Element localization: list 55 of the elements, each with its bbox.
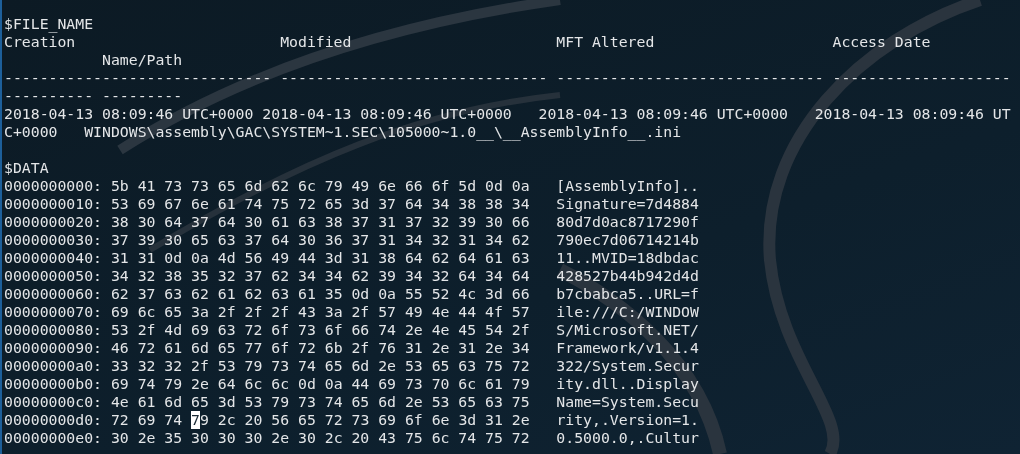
hex-offset: 00000000e0: — [4, 429, 102, 447]
ascii-text: ile:///C:/WINDOW — [556, 303, 699, 321]
hex-offset: 0000000080: — [4, 321, 102, 339]
record-line: 2018-04-13 08:09:46 UTC+0000 2018-04-13 08:09:46 UTC+0000 2018-04-13 08:09:46 UTC+0000 2018-04-13 08:09:46 UT — [4, 105, 1011, 123]
hex-offset: 00000000a0: — [4, 357, 102, 375]
hex-bytes: 33 32 32 2f 53 79 73 74 65 6d 2e 53 65 63 75 72 — [110, 357, 530, 375]
section-title: $FILE_NAME — [4, 15, 94, 33]
header-rule: ------------------------------ ------------------------------ ------------------------------ -------------------- — [4, 69, 1011, 87]
hex-bytes: 37 39 30 65 63 37 64 30 36 37 31 34 32 31 34 62 — [110, 231, 530, 249]
hex-bytes: 72 69 74 — [110, 411, 184, 429]
hex-bytes: 9 2c 20 56 65 72 73 69 6f 6e 3d 31 2e — [200, 411, 530, 429]
ascii-text: [AssemblyInfo].. — [556, 177, 699, 195]
hex-offset: 0000000010: — [4, 195, 102, 213]
hex-offset: 0000000040: — [4, 249, 102, 267]
ascii-text: 428527b44b942d4d — [556, 267, 699, 285]
hex-bytes: 38 30 64 37 64 30 61 63 38 37 31 37 32 39 30 66 — [110, 213, 530, 231]
ascii-text: ity.dll..Display — [556, 375, 699, 393]
ascii-text: b7cbabca5..URL=f — [556, 285, 699, 303]
section-title: $DATA — [4, 159, 49, 177]
hex-bytes: 5b 41 73 73 65 6d 62 6c 79 49 6e 66 6f 5d 0d 0a — [110, 177, 530, 195]
hex-bytes: 53 69 67 6e 61 74 75 72 65 3d 37 64 34 38 38 34 — [110, 195, 530, 213]
column-headers: Creation Modified MFT Altered Access Date — [4, 33, 931, 51]
ascii-text: 80d7d0ac8717290f — [556, 213, 699, 231]
hex-bytes: 69 74 79 2e 64 6c 6c 0d 0a 44 69 73 70 6c 61 79 — [110, 375, 530, 393]
hex-bytes: 4e 61 6d 65 3d 53 79 73 74 65 6d 2e 53 65 63 75 — [110, 393, 530, 411]
hex-offset: 0000000070: — [4, 303, 102, 321]
header-rule: ---------- --------- — [4, 87, 183, 105]
hex-bytes: 53 2f 4d 69 63 72 6f 73 6f 66 74 2e 4e 45 54 2f — [110, 321, 530, 339]
record-line: C+0000 WINDOWS\assembly\GAC\SYSTEM~1.SEC\105000~1.0__\__AssemblyInfo__.ini — [4, 123, 682, 141]
hex-offset: 0000000000: — [4, 177, 102, 195]
hex-offset: 0000000020: — [4, 213, 102, 231]
hex-bytes: 34 32 38 35 32 37 62 34 34 62 39 34 32 64 34 64 — [110, 267, 530, 285]
hex-offset: 0000000030: — [4, 231, 102, 249]
ascii-text: rity,.Version=1. — [556, 411, 699, 429]
ascii-text: Framework/v1.1.4 — [556, 339, 699, 357]
ascii-text: S/Microsoft.NET/ — [556, 321, 699, 339]
ascii-text: 11..MVID=18dbdac — [556, 249, 699, 267]
ascii-text: Signature=7d4884 — [556, 195, 699, 213]
hex-bytes: 46 72 61 6d 65 77 6f 72 6b 2f 76 31 2e 31 2e 34 — [110, 339, 530, 357]
hex-offset: 0000000090: — [4, 339, 102, 357]
ascii-text: 0.5000.0,.Cultur — [556, 429, 699, 447]
hex-offset: 00000000c0: — [4, 393, 102, 411]
hex-bytes: 62 37 63 62 61 62 63 61 35 0d 0a 55 52 4c 3d 66 — [110, 285, 530, 303]
ascii-text: 322/System.Secur — [556, 357, 699, 375]
ascii-text: Name=System.Secu — [556, 393, 699, 411]
hex-bytes: 31 31 0d 0a 4d 56 49 44 3d 31 38 64 62 64 61 63 — [110, 249, 530, 267]
hex-offset: 00000000b0: — [4, 375, 102, 393]
hex-offset: 0000000050: — [4, 267, 102, 285]
hex-offset: 00000000d0: — [4, 411, 102, 429]
ascii-text: 790ec7d06714214b — [556, 231, 699, 249]
hex-bytes: 69 6c 65 3a 2f 2f 2f 43 3a 2f 57 49 4e 44 4f 57 — [110, 303, 530, 321]
hex-offset: 0000000060: — [4, 285, 102, 303]
text-cursor: 7 — [191, 411, 201, 429]
hex-bytes: 30 2e 35 30 30 30 2e 30 2c 20 43 75 6c 74 75 72 — [110, 429, 530, 447]
column-headers: Name/Path — [101, 51, 183, 69]
